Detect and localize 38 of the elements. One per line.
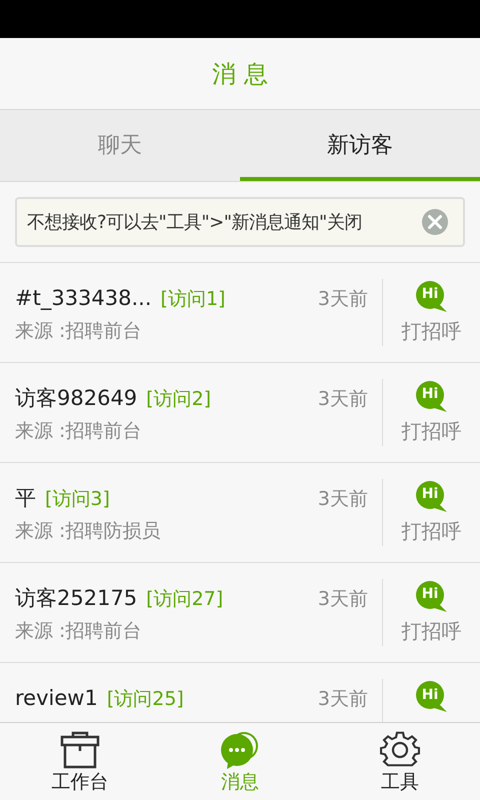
tab[interactable]: 聊天 (0, 110, 240, 181)
visitor-row[interactable]: 平 [访问3] 3天前 来源 :招聘防损员 Hi 打招呼 (0, 463, 480, 563)
visitor-name: 访客982649 (15, 385, 138, 412)
greet-label[interactable]: 打招呼 (402, 616, 462, 646)
visitor-name: 访客252175 (15, 585, 138, 612)
close-icon[interactable] (421, 208, 449, 236)
visit-count: [访问3] (45, 486, 110, 512)
visit-time: 3天前 (318, 486, 368, 512)
visitor-source: 来源 :招聘前台 (15, 418, 142, 444)
visitor-row[interactable]: #t_333438... [访问1] 3天前 来源 :招聘前台 Hi 打招呼 (0, 263, 480, 363)
visit-count: [访问25] (106, 686, 184, 712)
visitor-row[interactable]: 访客982649 [访问2] 3天前 来源 :招聘前台 Hi 打招呼 (0, 363, 480, 463)
visitor-source: 来源 :招聘前台 (15, 618, 142, 644)
notice-text: 不想接收?可以去"工具">"新消息通知"关闭 (27, 210, 362, 234)
visitor-source: 来源 :招聘前台 (15, 318, 142, 344)
visitor-name: review1 (15, 685, 98, 712)
visitor-name: #t_333438... (15, 285, 152, 312)
visit-count: [访问2] (146, 386, 212, 412)
nav-tab[interactable]: 工作台 (0, 723, 160, 800)
settings-icon (380, 731, 420, 769)
visit-time: 3天前 (318, 386, 368, 412)
nav-tab[interactable]: 消息 (160, 723, 320, 800)
visitor-row[interactable]: 访客252175 [访问27] 3天前 来源 :招聘前台 Hi 打招呼 (0, 563, 480, 663)
greet-label[interactable]: 打招呼 (402, 316, 462, 346)
chat-bubbles-icon (220, 731, 260, 769)
visit-time: 3天前 (318, 586, 368, 612)
nav-tab[interactable]: 工具 (320, 723, 480, 800)
page-title: 消 息 (212, 58, 268, 90)
greet-label[interactable]: 打招呼 (402, 416, 462, 446)
visit-time: 3天前 (318, 686, 368, 712)
visit-count: [访问1] (160, 286, 226, 312)
tab[interactable]: 新访客 (240, 110, 480, 181)
visit-time: 3天前 (318, 286, 368, 312)
visit-count: [访问27] (146, 586, 224, 612)
toolbox-icon (60, 731, 100, 769)
greet-label[interactable]: 打招呼 (402, 516, 462, 546)
visitor-name: 平 (15, 485, 36, 512)
visitor-source: 来源 :招聘防损员 (15, 518, 160, 544)
